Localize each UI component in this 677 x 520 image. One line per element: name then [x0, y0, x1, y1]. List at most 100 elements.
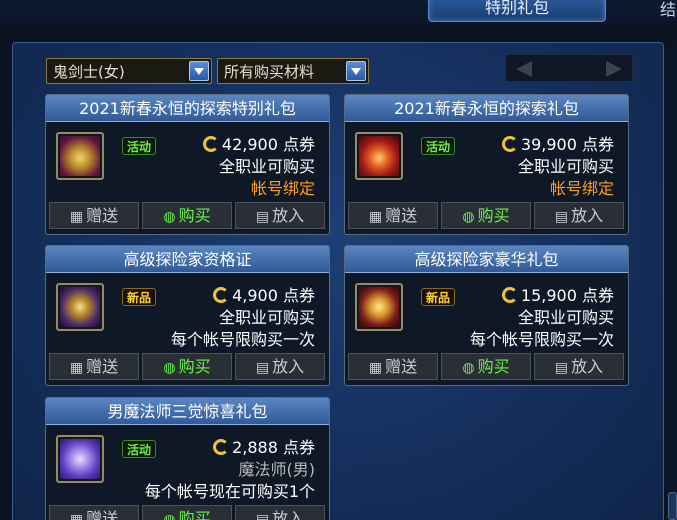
buy-label: 购买: [178, 357, 211, 376]
card-actions: ▦ 赠送 ◍ 购买 ▤ 放入: [348, 353, 625, 380]
price: 39,900 点券: [501, 131, 614, 155]
gift-button[interactable]: ▦ 赠送: [49, 505, 139, 520]
price: 4,900 点券: [213, 282, 315, 306]
price-value: 2,888 点券: [232, 438, 315, 457]
put-in-button[interactable]: ▤ 放入: [235, 353, 325, 380]
purchase-eligibility: 全职业可购买: [517, 157, 614, 176]
gift-label: 赠送: [385, 357, 418, 376]
gift-icon: ▦: [69, 209, 84, 225]
purple-mage-pack-icon[interactable]: [56, 435, 104, 483]
buy-label: 购买: [477, 357, 510, 376]
cart-icon: ▤: [554, 360, 569, 376]
buy-icon: ◍: [163, 209, 176, 225]
new-badge: 新品: [421, 288, 455, 306]
product-card: 2021新春永恒的探索礼包 活动 39,900 点券 全职业可购买 帐号绑定 ▦…: [344, 94, 629, 235]
coupon-icon: [213, 439, 230, 455]
activity-badge: 活动: [122, 440, 156, 458]
top-tab-bar: 特别礼包 结: [0, 0, 677, 24]
page-navigator: [505, 54, 633, 82]
prev-page-arrow-icon[interactable]: [516, 61, 532, 77]
product-card: 男魔法师三觉惊喜礼包 活动 2,888 点券 魔法师(男) 每个帐号现在可购买1…: [45, 397, 330, 520]
material-filter-dropdown[interactable]: 所有购买材料: [217, 58, 369, 84]
gift-icon: ▦: [368, 209, 383, 225]
gift-button[interactable]: ▦ 赠送: [49, 353, 139, 380]
chevron-down-icon[interactable]: [189, 61, 209, 81]
put-in-button[interactable]: ▤ 放入: [534, 353, 624, 380]
purchase-limit: 每个帐号限购买一次: [469, 330, 614, 349]
coupon-icon: [501, 136, 518, 152]
purchase-limit: 每个帐号现在可购买1个: [144, 482, 315, 501]
buy-button[interactable]: ◍ 购买: [142, 505, 232, 520]
card-actions: ▦ 赠送 ◍ 购买 ▤ 放入: [49, 202, 326, 229]
class-filter-dropdown[interactable]: 鬼剑士(女): [46, 58, 212, 84]
product-card: 高级探险家资格证 新品 4,900 点券 全职业可购买 每个帐号限购买一次 ▦ 赠…: [45, 245, 330, 386]
binding-note: 帐号绑定: [250, 179, 315, 198]
cart-icon: ▤: [255, 512, 270, 520]
gift-button[interactable]: ▦ 赠送: [348, 202, 438, 229]
tab-special-pack[interactable]: 特别礼包: [428, 0, 606, 22]
coupon-icon: [202, 136, 219, 152]
chevron-down-icon[interactable]: [346, 61, 366, 81]
card-actions: ▦ 赠送 ◍ 购买 ▤ 放入: [49, 505, 326, 520]
put-in-button[interactable]: ▤ 放入: [235, 505, 325, 520]
purchase-eligibility: 全职业可购买: [218, 308, 315, 327]
product-title: 高级探险家资格证: [46, 246, 329, 273]
put-in-label: 放入: [272, 357, 305, 376]
explorer-certificate-icon[interactable]: [56, 283, 104, 331]
price: 42,900 点券: [202, 131, 315, 155]
next-page-arrow-icon[interactable]: [606, 61, 622, 77]
scroll-handle[interactable]: [668, 492, 677, 520]
gift-label: 赠送: [385, 206, 418, 225]
red-chest-icon[interactable]: [355, 132, 403, 180]
explorer-deluxe-pack-icon[interactable]: [355, 283, 403, 331]
gift-button[interactable]: ▦ 赠送: [348, 353, 438, 380]
purchase-eligibility: 全职业可购买: [517, 308, 614, 327]
put-in-button[interactable]: ▤ 放入: [235, 202, 325, 229]
price: 15,900 点券: [501, 282, 614, 306]
buy-button[interactable]: ◍ 购买: [142, 202, 232, 229]
cart-icon: ▤: [255, 209, 270, 225]
buy-label: 购买: [178, 206, 211, 225]
card-actions: ▦ 赠送 ◍ 购买 ▤ 放入: [348, 202, 625, 229]
material-filter-value: 所有购买材料: [224, 63, 315, 81]
coupon-icon: [501, 287, 518, 303]
gift-button[interactable]: ▦ 赠送: [49, 202, 139, 229]
activity-badge: 活动: [122, 137, 156, 155]
card-actions: ▦ 赠送 ◍ 购买 ▤ 放入: [49, 353, 326, 380]
activity-badge: 活动: [421, 137, 455, 155]
put-in-label: 放入: [571, 357, 604, 376]
binding-note: 帐号绑定: [549, 179, 614, 198]
golden-chest-icon[interactable]: [56, 132, 104, 180]
product-title: 2021新春永恒的探索礼包: [345, 95, 628, 122]
purchase-eligibility: 全职业可购买: [218, 157, 315, 176]
buy-icon: ◍: [163, 360, 176, 376]
buy-button[interactable]: ◍ 购买: [441, 353, 531, 380]
buy-icon: ◍: [163, 512, 176, 520]
cart-icon: ▤: [255, 360, 270, 376]
buy-button[interactable]: ◍ 购买: [142, 353, 232, 380]
buy-label: 购买: [178, 509, 211, 520]
class-restriction: 魔法师(男): [238, 460, 316, 479]
price-value: 15,900 点券: [520, 286, 614, 305]
put-in-button[interactable]: ▤ 放入: [534, 202, 624, 229]
new-badge: 新品: [122, 288, 156, 306]
gift-label: 赠送: [86, 357, 119, 376]
coupon-icon: [213, 287, 230, 303]
gift-label: 赠送: [86, 509, 119, 520]
gift-label: 赠送: [86, 206, 119, 225]
gift-icon: ▦: [69, 360, 84, 376]
put-in-label: 放入: [272, 509, 305, 520]
buy-label: 购买: [477, 206, 510, 225]
product-card: 高级探险家豪华礼包 新品 15,900 点券 全职业可购买 每个帐号限购买一次 …: [344, 245, 629, 386]
buy-icon: ◍: [462, 360, 475, 376]
product-card: 2021新春永恒的探索特别礼包 活动 42,900 点券 全职业可购买 帐号绑定…: [45, 94, 330, 235]
gift-icon: ▦: [368, 360, 383, 376]
buy-icon: ◍: [462, 209, 475, 225]
right-edge: [665, 42, 677, 520]
buy-button[interactable]: ◍ 购买: [441, 202, 531, 229]
product-title: 高级探险家豪华礼包: [345, 246, 628, 273]
tab-next-partial[interactable]: 结: [660, 0, 676, 20]
price-value: 42,900 点券: [221, 135, 315, 154]
cart-icon: ▤: [554, 209, 569, 225]
product-title: 2021新春永恒的探索特别礼包: [46, 95, 329, 122]
